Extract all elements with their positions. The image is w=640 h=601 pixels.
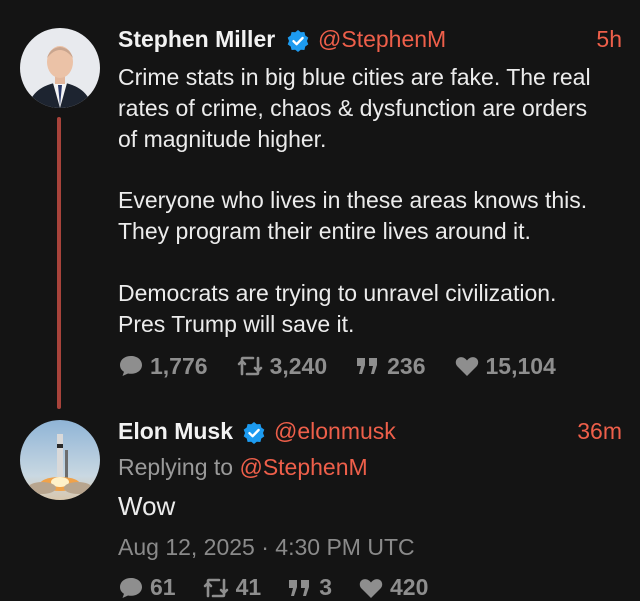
tweet-timestamp[interactable]: Aug 12, 2025 · 4:30 PM UTC xyxy=(118,534,415,561)
tweet-time[interactable]: 36m xyxy=(577,418,622,445)
author-name[interactable]: Elon Musk xyxy=(118,418,233,445)
quote-count: 3 xyxy=(319,574,332,600)
quote-count: 236 xyxy=(387,352,426,379)
retweet-count: 3,240 xyxy=(269,352,328,379)
avatar-elon-musk[interactable] xyxy=(20,420,100,500)
speech-bubble-icon xyxy=(120,356,142,376)
speech-bubble-icon xyxy=(120,577,142,598)
tweet-text-line: rates of crime, chaos & dysfunction are … xyxy=(118,95,588,121)
reply-count: 1,776 xyxy=(150,352,208,379)
verified-badge-icon xyxy=(243,422,265,444)
thread-connector-line xyxy=(57,117,61,409)
author-handle[interactable]: @elonmusk xyxy=(274,418,396,445)
tweet-text-line: Crime stats in big blue cities are fake.… xyxy=(118,64,591,90)
author-handle[interactable]: @StephenM xyxy=(318,26,446,53)
like-count: 15,104 xyxy=(485,352,556,379)
tweet-time[interactable]: 5h xyxy=(596,26,622,53)
avatar-stephen-miller[interactable] xyxy=(20,28,100,108)
like-count: 420 xyxy=(389,574,429,600)
tweet-text-line: They program their entire lives around i… xyxy=(118,218,531,244)
tweet-text-line: Pres Trump will save it. xyxy=(118,311,355,337)
like-stat[interactable]: 420 xyxy=(358,574,428,601)
quote-stat[interactable]: 236 xyxy=(355,352,426,380)
reply-stat[interactable]: 61 xyxy=(118,574,176,601)
retweet-icon xyxy=(203,578,228,597)
quote-icon xyxy=(357,358,378,374)
retweet-stat[interactable]: 41 xyxy=(202,574,262,601)
replying-to-mention[interactable]: @StephenM xyxy=(239,454,367,480)
replying-to-label: Replying to @StephenM xyxy=(118,454,368,481)
quote-stat[interactable]: 3 xyxy=(287,574,332,601)
heart-icon xyxy=(359,578,383,598)
retweet-icon xyxy=(237,356,262,376)
reply-text: Wow xyxy=(118,491,176,521)
retweet-stat[interactable]: 3,240 xyxy=(236,352,328,380)
verified-badge-icon xyxy=(287,30,309,52)
tweet-text-line: Democrats are trying to unravel civiliza… xyxy=(118,280,557,306)
like-stat[interactable]: 15,104 xyxy=(454,353,556,380)
tweet-text-line: of magnitude higher. xyxy=(118,126,327,152)
retweet-count: 41 xyxy=(235,574,262,600)
replying-prefix: Replying to xyxy=(118,454,234,480)
quote-icon xyxy=(289,579,310,596)
author-name[interactable]: Stephen Miller xyxy=(118,26,275,53)
heart-icon xyxy=(455,357,478,376)
reply-stat[interactable]: 1,776 xyxy=(118,353,208,380)
tweet-stats: 1,776 3,240 236 15,104 xyxy=(118,352,584,380)
tweet-text-line: Everyone who lives in these areas knows … xyxy=(118,187,588,213)
tweet-stats: 61 41 3 420 xyxy=(118,574,454,601)
reply-count: 61 xyxy=(150,574,176,600)
